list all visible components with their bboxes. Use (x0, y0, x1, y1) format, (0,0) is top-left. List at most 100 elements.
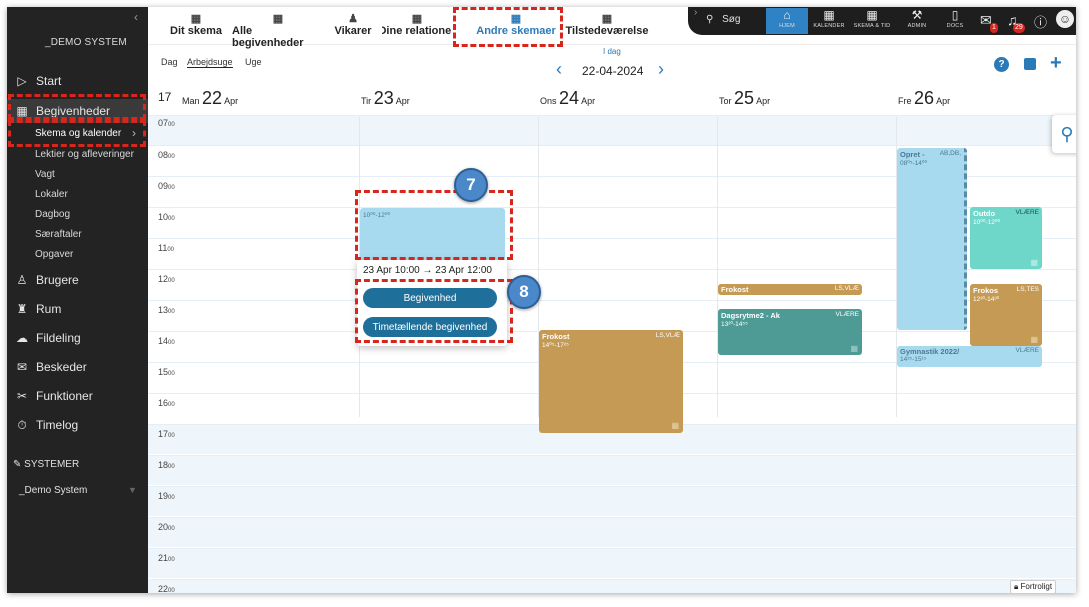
hour-label: 1300 (158, 305, 175, 315)
wrench-icon: ✎ (13, 459, 22, 470)
day-month: Apr (581, 96, 596, 106)
sidebar-item-beskeder[interactable]: ✉ Beskeder (7, 355, 148, 379)
view-uge[interactable]: Uge (245, 57, 262, 67)
home-button[interactable]: ⌂ HJEM (766, 8, 808, 34)
begivenhed-button[interactable]: Begivenhed (363, 288, 497, 308)
event-room: LS,VLÆ (834, 285, 859, 292)
hour-row[interactable]: 2000 (148, 517, 1076, 547)
sidebar-item-label: Fildeling (36, 331, 81, 345)
sidebar-item-brugere[interactable]: ♙ Brugere (7, 268, 148, 292)
hour-row[interactable]: 0700 (148, 115, 1076, 145)
event-gymnastik[interactable]: Gymnastik 2022/ VLÆRE 14³⁵-15¹⁵ (897, 346, 1042, 367)
view-dag[interactable]: Dag (161, 57, 178, 67)
new-event-selection[interactable]: 10⁰⁰-12⁰⁰ (360, 208, 505, 266)
event-opret[interactable]: Opret - AB,DB, 08⁰⁵-14⁰⁰ (897, 148, 967, 330)
help-icon[interactable]: ? (994, 57, 1009, 72)
sidebar-item-label: Brugere (36, 273, 79, 287)
add-icon[interactable]: + (1050, 52, 1062, 75)
day-month: Apr (395, 96, 410, 106)
event-frokost-fri[interactable]: Frokos LS,TES 12³⁰-14³⁰ ▦ (970, 284, 1042, 346)
play-icon: ▷ (17, 74, 27, 88)
notifications-badge: 29 (1013, 23, 1025, 33)
hour-row[interactable]: 1800 (148, 455, 1076, 485)
event-outdoor[interactable]: Outdo VLÆRE 10⁰⁰-12⁰⁰ ▦ (970, 207, 1042, 269)
kalender-button[interactable]: ▦ KALENDER (808, 8, 850, 34)
event-time: 10⁰⁰-12⁰⁰ (973, 219, 1001, 226)
hour-row[interactable]: 1900 (148, 486, 1076, 516)
tab-label: Dit skema (170, 25, 222, 37)
calendar-small-icon: ▦ (850, 344, 858, 353)
rooms-icon: ♜ (16, 302, 28, 316)
button-label: HJEM (779, 23, 795, 29)
print-icon[interactable] (1024, 58, 1036, 70)
hour-row[interactable]: 2100 (148, 548, 1076, 578)
hour-label: 1800 (158, 460, 175, 470)
toolbar: › ⚲ Søg ⌂ HJEM ▦ KALENDER ▦ SKEMA & TID … (688, 7, 1076, 35)
step-marker-8: 8 (507, 275, 541, 309)
avatar-icon[interactable]: ☺ (1056, 10, 1074, 28)
docs-button[interactable]: ▯ DOCS (934, 8, 976, 34)
event-frokost-wed[interactable]: Frokost LS,VLÆ 14⁰⁵-17²⁵ ▦ (539, 330, 683, 433)
sidebar-sub-skema-og-kalender[interactable]: Skema og kalender (35, 128, 121, 139)
event-dagsrytme[interactable]: Dagsrytme2 - Ak VLÆRE 13²⁰-14⁵⁵ ▦ (718, 309, 862, 355)
sidebar-sub-saeraftaler[interactable]: Særaftaler (35, 229, 82, 240)
tab-andre-skemaer[interactable]: ▦ Andre skemaer (464, 7, 568, 45)
sidebar-sub-lokaler[interactable]: Lokaler (35, 189, 68, 200)
document-icon: ▯ (951, 8, 959, 22)
chevron-right-icon: › (132, 126, 136, 140)
sidebar-item-start[interactable]: ▷ Start (7, 69, 148, 93)
chevron-left-icon[interactable]: ‹ (556, 59, 562, 80)
tab-dine-relationer[interactable]: ▦ Dine relationer (382, 7, 452, 45)
sidebar-item-timelog[interactable]: ⏱ Timelog (7, 413, 148, 437)
sidebar-item-rum[interactable]: ♜ Rum (7, 297, 148, 321)
view-arbejdsuge[interactable]: Arbejdsuge (187, 57, 233, 68)
side-search-icon[interactable]: ⚲ (1052, 115, 1076, 153)
timetaellende-begivenhed-button[interactable]: Timetællende begivenhed (363, 317, 497, 337)
wrench-icon: ⚒ (911, 8, 923, 22)
event-time: 08⁰⁵-14⁰⁰ (900, 160, 928, 167)
today-link[interactable]: I dag (603, 47, 621, 56)
sidebar-item-fildeling[interactable]: ☁ Fildeling (7, 326, 148, 350)
event-frokost-thu[interactable]: Frokost LS,VLÆ (718, 284, 862, 295)
calendar-icon: ▦ (272, 13, 284, 25)
sidebar-sub-vagt[interactable]: Vagt (35, 169, 55, 180)
selected-range: 23 Apr 10:00 → 23 Apr 12:00 (363, 265, 492, 276)
admin-button[interactable]: ⚒ ADMIN (896, 8, 938, 34)
sidebar-item-funktioner[interactable]: ✂ Funktioner (7, 384, 148, 408)
skema-tid-button[interactable]: ▦ SKEMA & TID (848, 8, 896, 34)
day-number: 25 (734, 88, 755, 108)
messages-icon: ✉ (16, 360, 28, 374)
caret-down-icon[interactable]: ▼ (128, 485, 137, 495)
button-label: DOCS (946, 23, 964, 29)
tab-label: Dine relationer (382, 25, 452, 37)
tab-tilstedevaerelse[interactable]: ▦ Tilstedeværelse (566, 7, 649, 45)
tab-dit-skema[interactable]: ▦ Dit skema (166, 7, 226, 45)
hour-row[interactable]: 2200 (148, 579, 1076, 593)
sidebar-sub-lektier[interactable]: Lektier og afleveringer (35, 149, 134, 160)
day-number: 22 (202, 88, 223, 108)
tab-alle-begivenheder[interactable]: ▦ Alle begivenheder (232, 7, 324, 49)
help-icon[interactable]: ⓘ (1034, 12, 1047, 31)
week-number: 17 (158, 90, 172, 104)
sidebar-item-label: Timelog (36, 418, 79, 432)
calendar-small-icon: ▦ (1030, 258, 1038, 267)
search-button[interactable]: ⚲ Søg (706, 14, 740, 25)
sidebar-item-begivenheder[interactable]: ▦ Begivenheder (7, 99, 148, 123)
hour-label: 0800 (158, 150, 175, 160)
chevron-right-icon[interactable]: › (658, 59, 664, 80)
calendar-icon: ▦ (510, 13, 522, 25)
home-icon: ⌂ (783, 8, 791, 22)
calendar-small-icon: ▦ (1030, 335, 1038, 344)
hour-label: 0700 (158, 118, 175, 128)
sidebar-sub-dagbog[interactable]: Dagbog (35, 209, 70, 220)
fortroligt-text: Fortroligt (1020, 582, 1053, 591)
tab-vikarer[interactable]: ♟ Vikarer (330, 7, 376, 45)
event-room: VLÆRE (1015, 347, 1039, 354)
sidebar-sub-opgaver[interactable]: Opgaver (35, 249, 73, 260)
current-date[interactable]: 22-04-2024 (582, 64, 643, 78)
system-selector[interactable]: _Demo System (19, 485, 87, 496)
hour-label: 2000 (158, 522, 175, 532)
calendar-clock-icon: ▦ (866, 8, 878, 22)
day-number: 23 (373, 88, 394, 108)
cloud-icon: ☁ (16, 331, 28, 345)
